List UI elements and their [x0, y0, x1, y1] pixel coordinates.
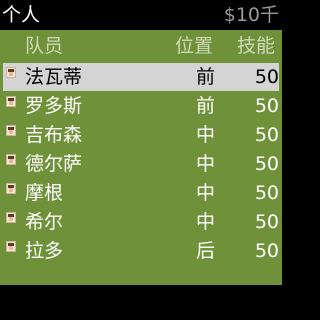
player-name: 法瓦蒂 [25, 66, 83, 88]
player-skill: 50 [254, 153, 279, 175]
column-header-skill: 技能 [237, 35, 276, 57]
player-avatar-icon [6, 125, 16, 136]
player-avatar-icon [6, 212, 16, 223]
player-avatar-icon [6, 96, 16, 107]
player-row[interactable]: 德尔萨 中 50 [0, 150, 282, 179]
player-row[interactable]: 拉多 后 50 [0, 237, 282, 266]
player-avatar-icon [6, 183, 16, 194]
player-avatar-icon [6, 241, 16, 252]
player-row[interactable]: 吉布森 中 50 [0, 121, 282, 150]
player-position: 中 [196, 211, 216, 233]
player-name: 希尔 [25, 211, 64, 233]
player-skill: 50 [254, 182, 279, 204]
column-header-position: 位置 [175, 35, 214, 57]
player-skill: 50 [254, 66, 279, 88]
player-name: 摩根 [25, 182, 64, 204]
player-skill: 50 [254, 240, 279, 262]
player-avatar-icon [6, 67, 16, 78]
column-header-player: 队员 [25, 35, 64, 57]
player-position: 中 [196, 124, 216, 146]
player-row[interactable]: 法瓦蒂 前 50 [0, 63, 282, 92]
player-position: 中 [196, 182, 216, 204]
player-position: 后 [196, 240, 216, 262]
player-row[interactable]: 罗多斯 前 50 [0, 92, 282, 121]
player-name: 德尔萨 [25, 153, 83, 175]
player-row[interactable]: 摩根 中 50 [0, 179, 282, 208]
player-position: 前 [196, 95, 216, 117]
player-avatar-icon [6, 154, 16, 165]
player-position: 中 [196, 153, 216, 175]
player-skill: 50 [254, 95, 279, 117]
squad-table: 队员 位置 技能 法瓦蒂 前 50 罗多斯 前 50 吉布森 中 50 德尔萨 … [0, 30, 282, 285]
player-name: 拉多 [25, 240, 64, 262]
squad-screen: 个人 $10千 队员 位置 技能 法瓦蒂 前 50 罗多斯 前 50 吉布森 中… [0, 0, 282, 320]
player-name: 吉布森 [25, 124, 83, 146]
player-row[interactable]: 希尔 中 50 [0, 208, 282, 237]
top-bar: 个人 $10千 [0, 0, 282, 30]
player-skill: 50 [254, 124, 279, 146]
player-position: 前 [196, 66, 216, 88]
player-skill: 50 [254, 211, 279, 233]
budget-value: $10千 [223, 4, 279, 26]
screen-title: 个人 [2, 4, 41, 26]
player-name: 罗多斯 [25, 95, 83, 117]
